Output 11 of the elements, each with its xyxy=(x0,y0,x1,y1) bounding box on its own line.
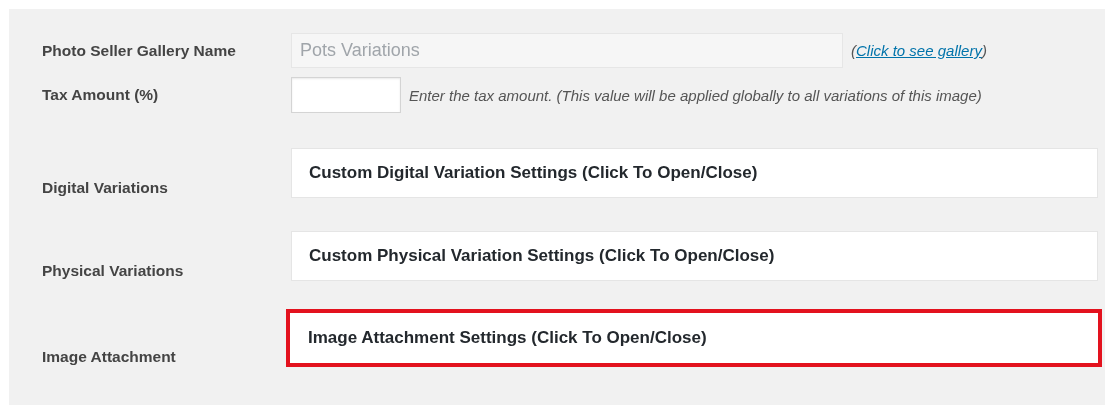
section-label: Image Attachment xyxy=(42,347,177,367)
section-label: Physical Variations xyxy=(42,261,185,281)
gallery-link-note: (Click to see gallery) xyxy=(851,42,987,59)
field-label: Tax Amount (%) xyxy=(42,86,160,104)
collapsible-panel-header[interactable]: Custom Physical Variation Settings (Click To Open/Close) xyxy=(291,231,1098,281)
section-label: Digital Variations xyxy=(42,178,169,198)
field-hint: Enter the tax amount. (This value will be applied globally to all variations of this image) xyxy=(409,86,982,104)
field-label: Photo Seller Gallery Name xyxy=(42,41,237,60)
collapsible-panel-header[interactable]: Image Attachment Settings (Click To Open/Close) xyxy=(286,309,1102,367)
collapsible-panel-header[interactable]: Custom Digital Variation Settings (Click To Open/Close) xyxy=(291,148,1098,198)
text-field[interactable] xyxy=(291,77,401,113)
